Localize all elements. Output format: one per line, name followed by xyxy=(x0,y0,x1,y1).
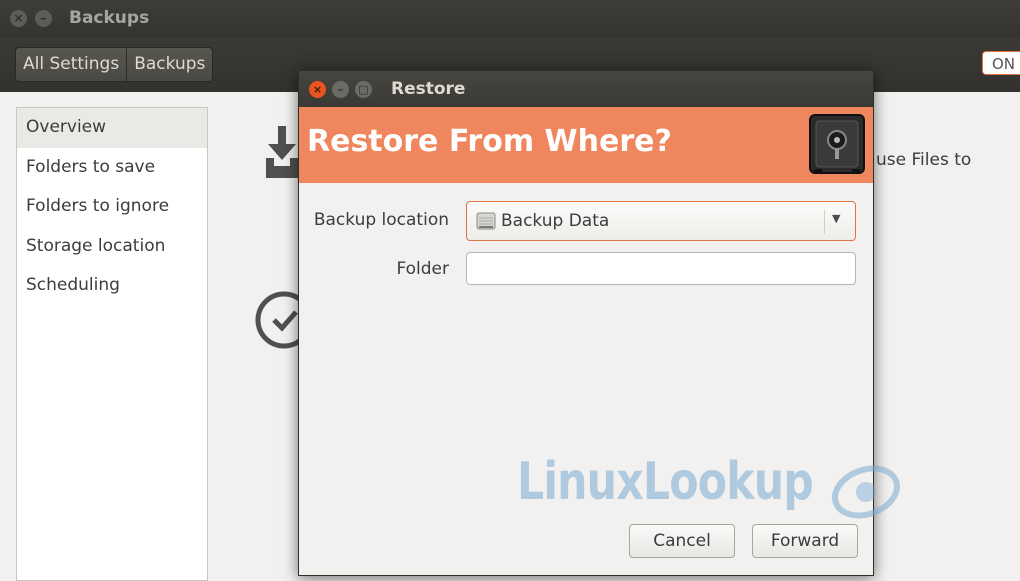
minimize-icon[interactable]: – xyxy=(35,10,52,27)
close-icon[interactable]: × xyxy=(10,10,27,27)
sidebar-item-folders-to-save[interactable]: Folders to save xyxy=(17,148,207,188)
cancel-button[interactable]: Cancel xyxy=(629,524,735,558)
overview-description-text: use Files to xyxy=(876,150,972,170)
backup-location-value: Backup Data xyxy=(501,211,610,231)
sidebar-item-overview[interactable]: Overview xyxy=(17,108,207,148)
dialog-banner: Restore From Where? xyxy=(299,107,873,183)
window-titlebar: × – Backups xyxy=(0,0,1020,38)
sidebar: Overview Folders to save Folders to igno… xyxy=(16,107,208,581)
sidebar-item-folders-to-ignore[interactable]: Folders to ignore xyxy=(17,187,207,227)
dialog-titlebar: × – □ Restore xyxy=(299,71,873,107)
backups-crumb-button[interactable]: Backups xyxy=(127,48,213,81)
all-settings-button[interactable]: All Settings xyxy=(16,48,128,81)
folder-label: Folder xyxy=(396,259,449,279)
backups-on-switch[interactable]: ON xyxy=(982,51,1020,75)
watermark-text: LinuxLookup xyxy=(517,452,814,512)
close-icon[interactable]: × xyxy=(309,81,326,98)
watermark-logo-icon xyxy=(832,465,900,519)
sidebar-item-scheduling[interactable]: Scheduling xyxy=(17,266,207,306)
maximize-icon[interactable]: □ xyxy=(355,81,372,98)
breadcrumb: All Settings Backups xyxy=(15,47,214,82)
chevron-down-icon[interactable]: ▼ xyxy=(832,212,840,225)
banner-title: Restore From Where? xyxy=(307,124,672,159)
folder-input[interactable] xyxy=(466,252,856,285)
minimize-icon[interactable]: – xyxy=(332,81,349,98)
window-title: Backups xyxy=(69,8,150,28)
combo-separator xyxy=(824,210,825,234)
backup-location-label: Backup location xyxy=(313,210,449,230)
backup-location-select[interactable]: Backup Data ▼ xyxy=(466,201,856,241)
drive-icon xyxy=(476,212,496,230)
sidebar-item-storage-location[interactable]: Storage location xyxy=(17,227,207,267)
forward-button[interactable]: Forward xyxy=(752,524,858,558)
dialog-title: Restore xyxy=(391,79,466,99)
download-tray-icon xyxy=(266,126,298,178)
safe-icon xyxy=(809,114,865,174)
